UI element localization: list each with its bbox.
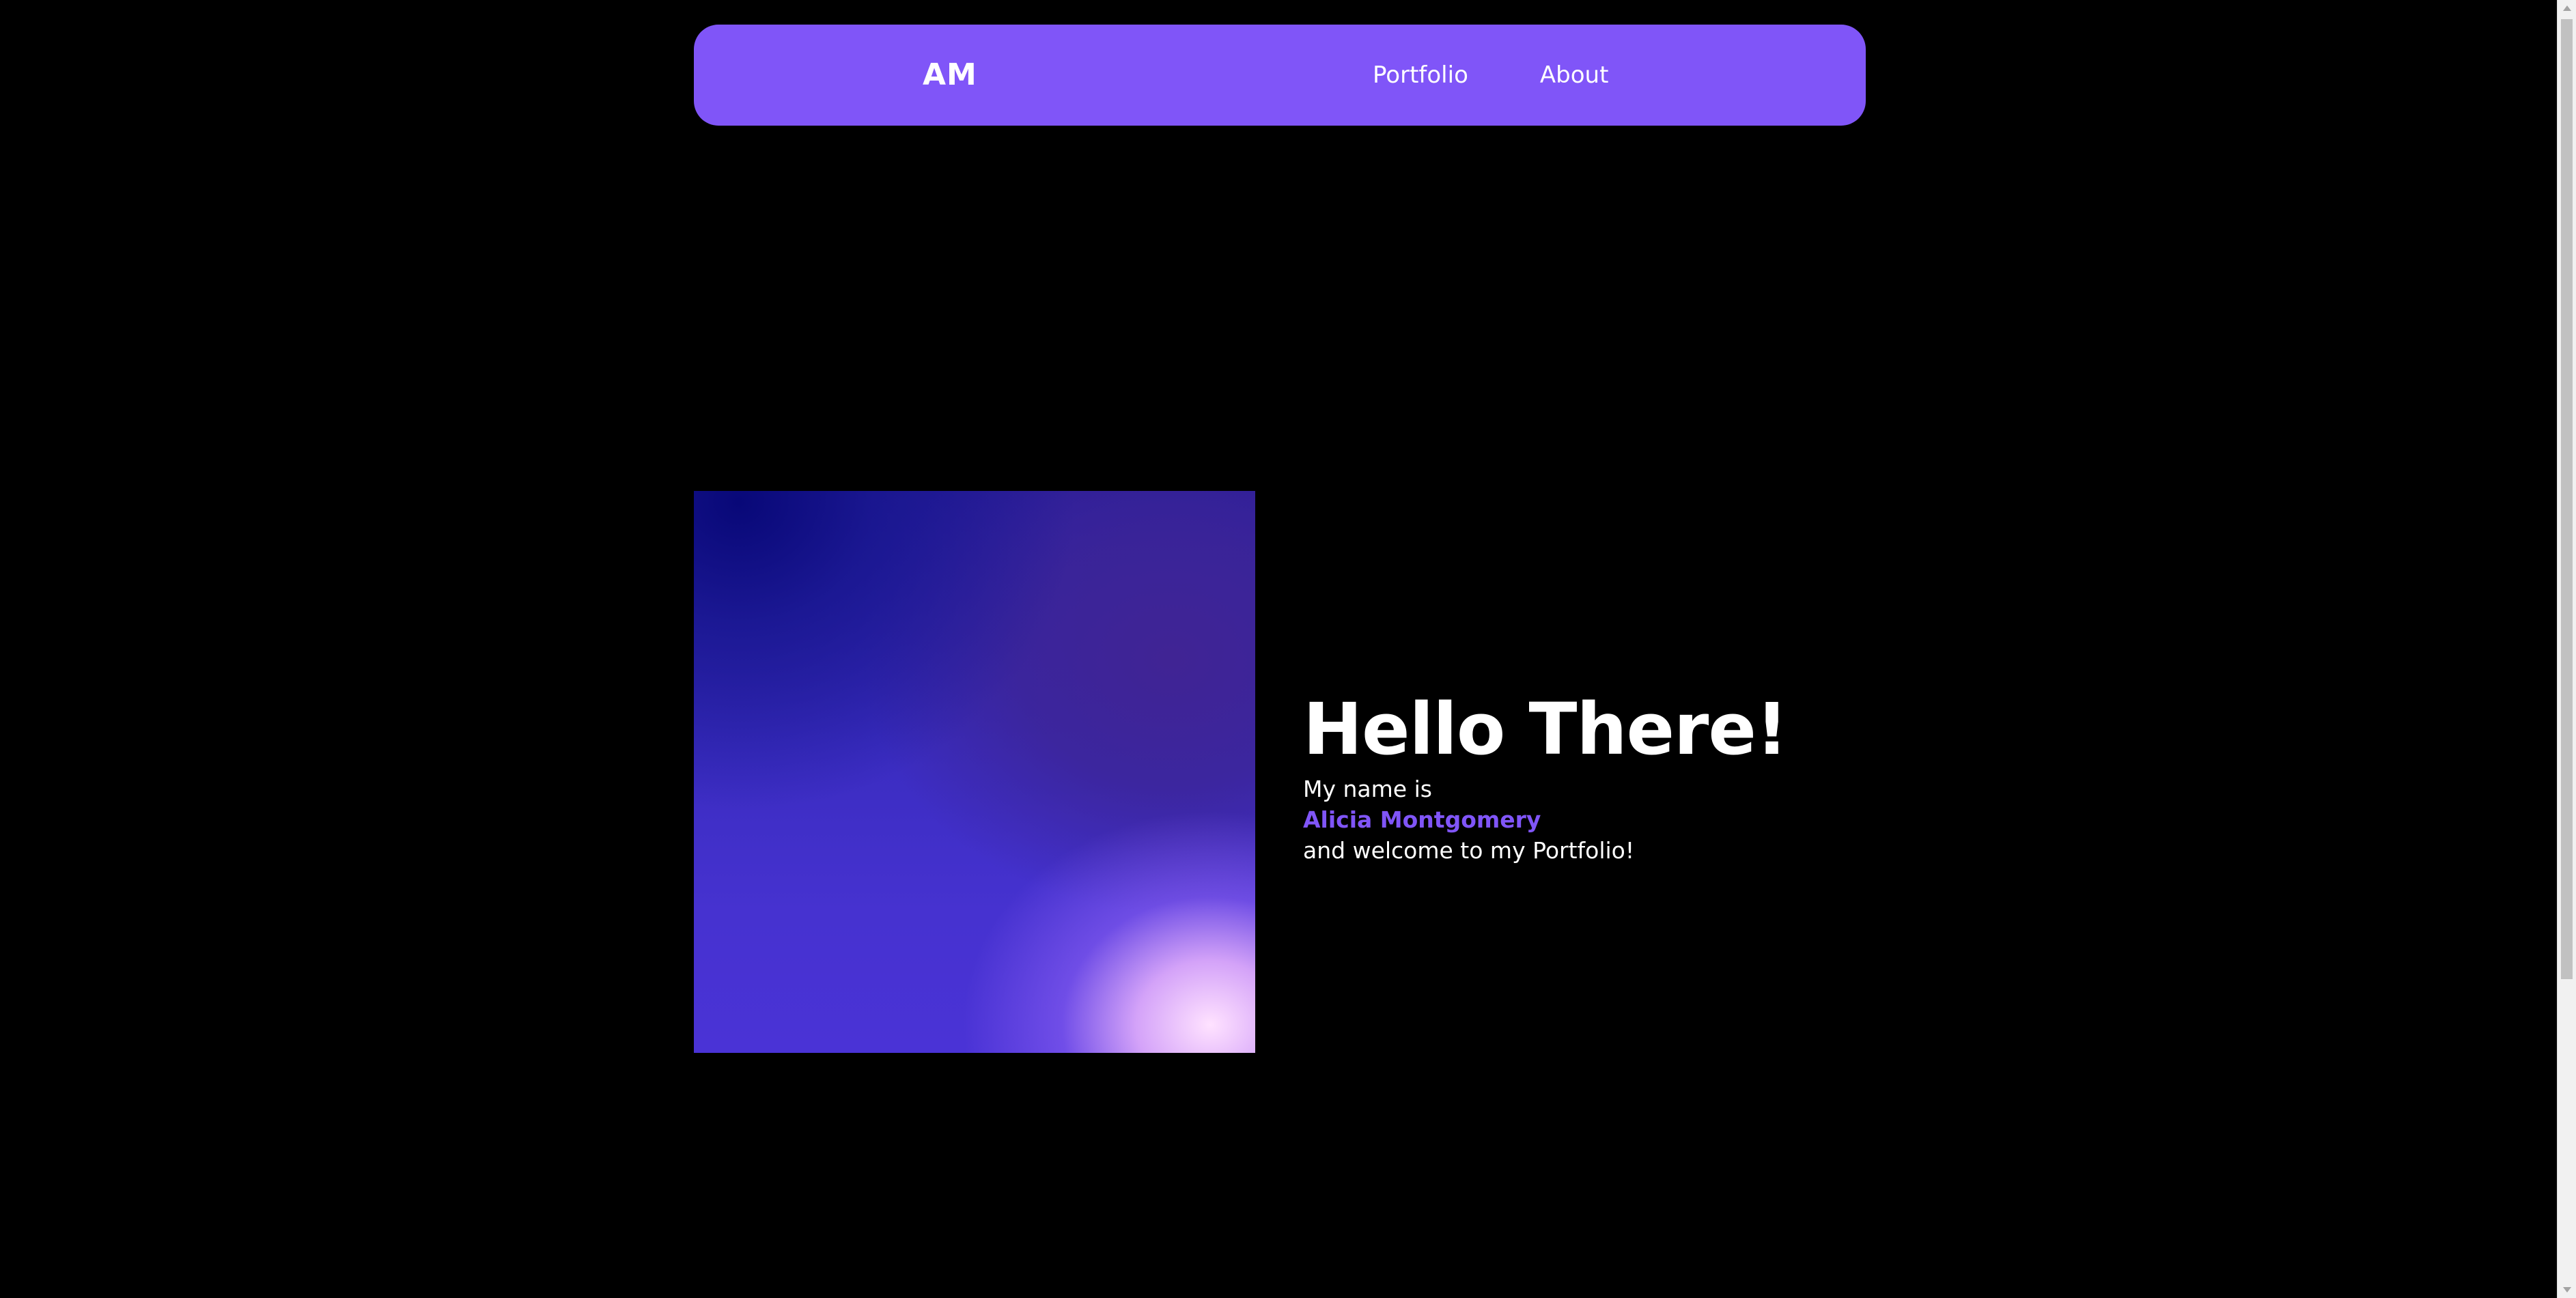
hero-title: Hello There! (1303, 688, 1788, 771)
site-logo[interactable]: AM (923, 25, 977, 126)
nav-link-about[interactable]: About (1540, 61, 1609, 89)
scrollbar-thumb[interactable] (2561, 19, 2573, 979)
nav-link-portfolio[interactable]: Portfolio (1373, 61, 1468, 89)
hero-intro: My name is (1303, 776, 1432, 802)
hero-outro: and welcome to my Portfolio! (1303, 837, 1635, 864)
hero-text: Hello There! My name is Alicia Montgomer… (1303, 685, 1863, 866)
page: AM Portfolio About Hello There! My name … (0, 0, 2576, 1298)
scroll-up-arrow-icon[interactable] (2563, 5, 2571, 11)
navbar: AM Portfolio About (694, 25, 1866, 126)
scroll-down-arrow-icon[interactable] (2563, 1287, 2571, 1293)
nav-links: Portfolio About (1373, 25, 1608, 126)
hero-name: Alicia Montgomery (1303, 806, 1541, 833)
vertical-scrollbar[interactable] (2557, 0, 2576, 1298)
hero-gradient-image (694, 491, 1255, 1053)
